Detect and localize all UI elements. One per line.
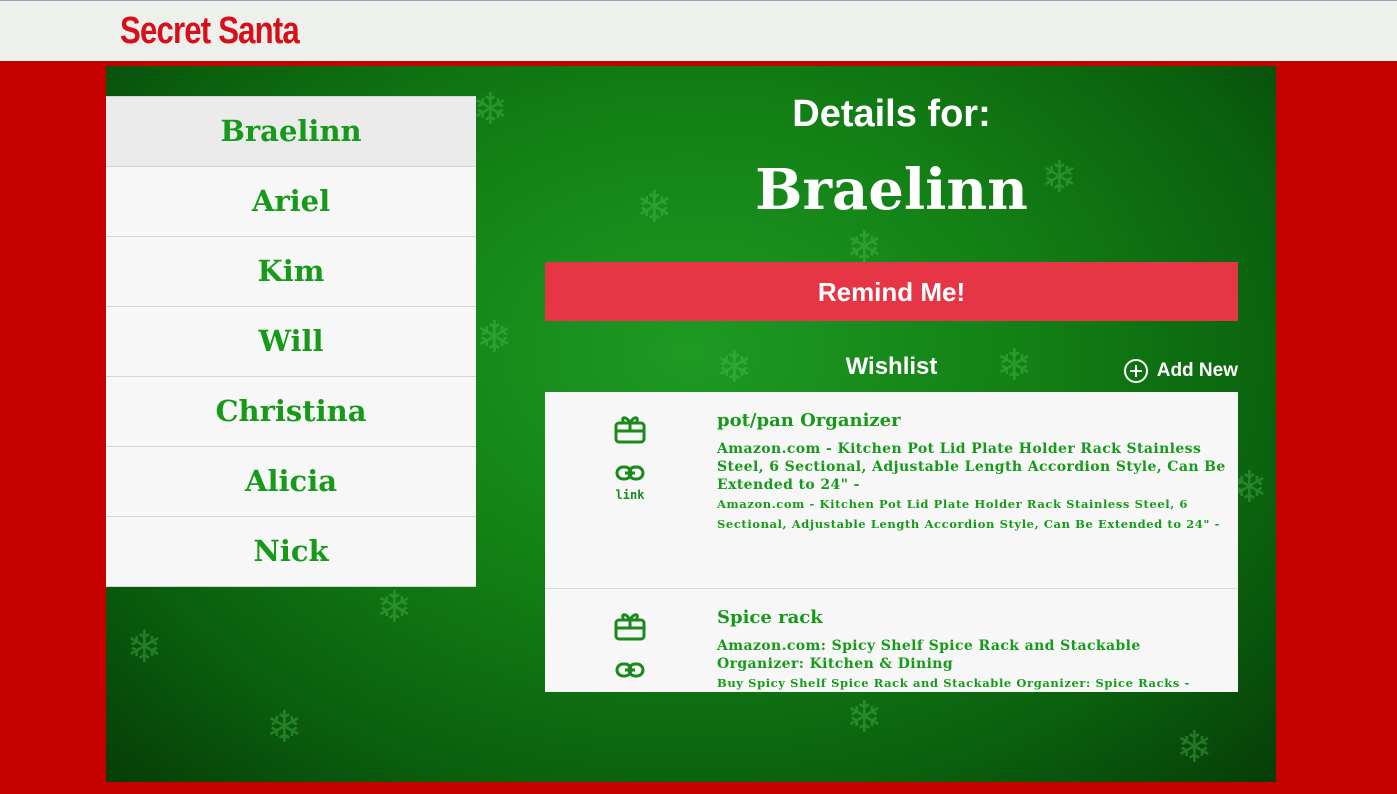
wishlist-item-name: pot/pan Organizer: [717, 410, 901, 431]
participant-item-will[interactable]: Will: [106, 307, 476, 377]
snowflake-decoration: ❄: [846, 692, 883, 743]
wishlist-item-icons: [605, 611, 655, 683]
app-title[interactable]: Secret Santa: [120, 7, 300, 55]
participant-item-alicia[interactable]: Alicia: [106, 447, 476, 517]
gift-icon[interactable]: [614, 414, 646, 444]
link-icon[interactable]: [615, 661, 645, 679]
wishlist-item-link-title[interactable]: Amazon.com: Spicy Shelf Spice Rack and S…: [717, 637, 1233, 673]
link-icon[interactable]: [615, 464, 645, 482]
details-heading: Details for:: [792, 93, 991, 135]
snowflake-decoration: ❄: [1176, 722, 1213, 773]
participant-item-braelinn[interactable]: Braelinn: [106, 96, 476, 167]
snowflake-decoration: ❄: [376, 582, 413, 633]
participant-list: Braelinn Ariel Kim Will Christina Alicia…: [106, 96, 476, 587]
wishlist-item: Spice rack Amazon.com: Spicy Shelf Spice…: [545, 589, 1238, 692]
gift-icon[interactable]: [614, 611, 646, 641]
remind-me-button[interactable]: Remind Me!: [545, 262, 1238, 321]
participant-item-nick[interactable]: Nick: [106, 517, 476, 587]
main-panel: ❄ ❄ ❄ ❄ ❄ ❄ ❄ ❄ ❄ ❄ ❄ ❄ ❄ Braelinn Ariel…: [106, 66, 1276, 782]
wishlist-item-link-title[interactable]: Amazon.com - Kitchen Pot Lid Plate Holde…: [717, 440, 1233, 494]
snowflake-decoration: ❄: [126, 622, 163, 673]
participant-item-christina[interactable]: Christina: [106, 377, 476, 447]
snowflake-decoration: ❄: [476, 312, 513, 363]
wishlist-item-text: pot/pan Organizer Amazon.com - Kitchen P…: [717, 408, 1233, 534]
wishlist-item: link pot/pan Organizer Amazon.com - Kitc…: [545, 392, 1238, 589]
link-label[interactable]: link: [605, 488, 655, 502]
wishlist-item-text: Spice rack Amazon.com: Spicy Shelf Spice…: [717, 605, 1233, 692]
plus-circle-icon: [1123, 359, 1148, 383]
participant-item-ariel[interactable]: Ariel: [106, 167, 476, 237]
snowflake-decoration: ❄: [266, 702, 303, 753]
top-nav-bar: Secret Santa: [0, 0, 1397, 61]
snowflake-decoration: ❄: [472, 84, 509, 135]
add-new-button[interactable]: Add New: [1123, 358, 1238, 384]
selected-participant-name: Braelinn: [755, 157, 1028, 223]
wishlist[interactable]: link pot/pan Organizer Amazon.com - Kitc…: [545, 392, 1238, 692]
participant-item-kim[interactable]: Kim: [106, 237, 476, 307]
wishlist-item-name: Spice rack: [717, 607, 823, 628]
wishlist-item-description: Amazon.com - Kitchen Pot Lid Plate Holde…: [717, 497, 1220, 531]
wishlist-item-icons: link: [605, 414, 655, 502]
add-new-label: Add New: [1156, 360, 1238, 381]
wishlist-item-description: Buy Spicy Shelf Spice Rack and Stackable…: [717, 676, 1190, 690]
